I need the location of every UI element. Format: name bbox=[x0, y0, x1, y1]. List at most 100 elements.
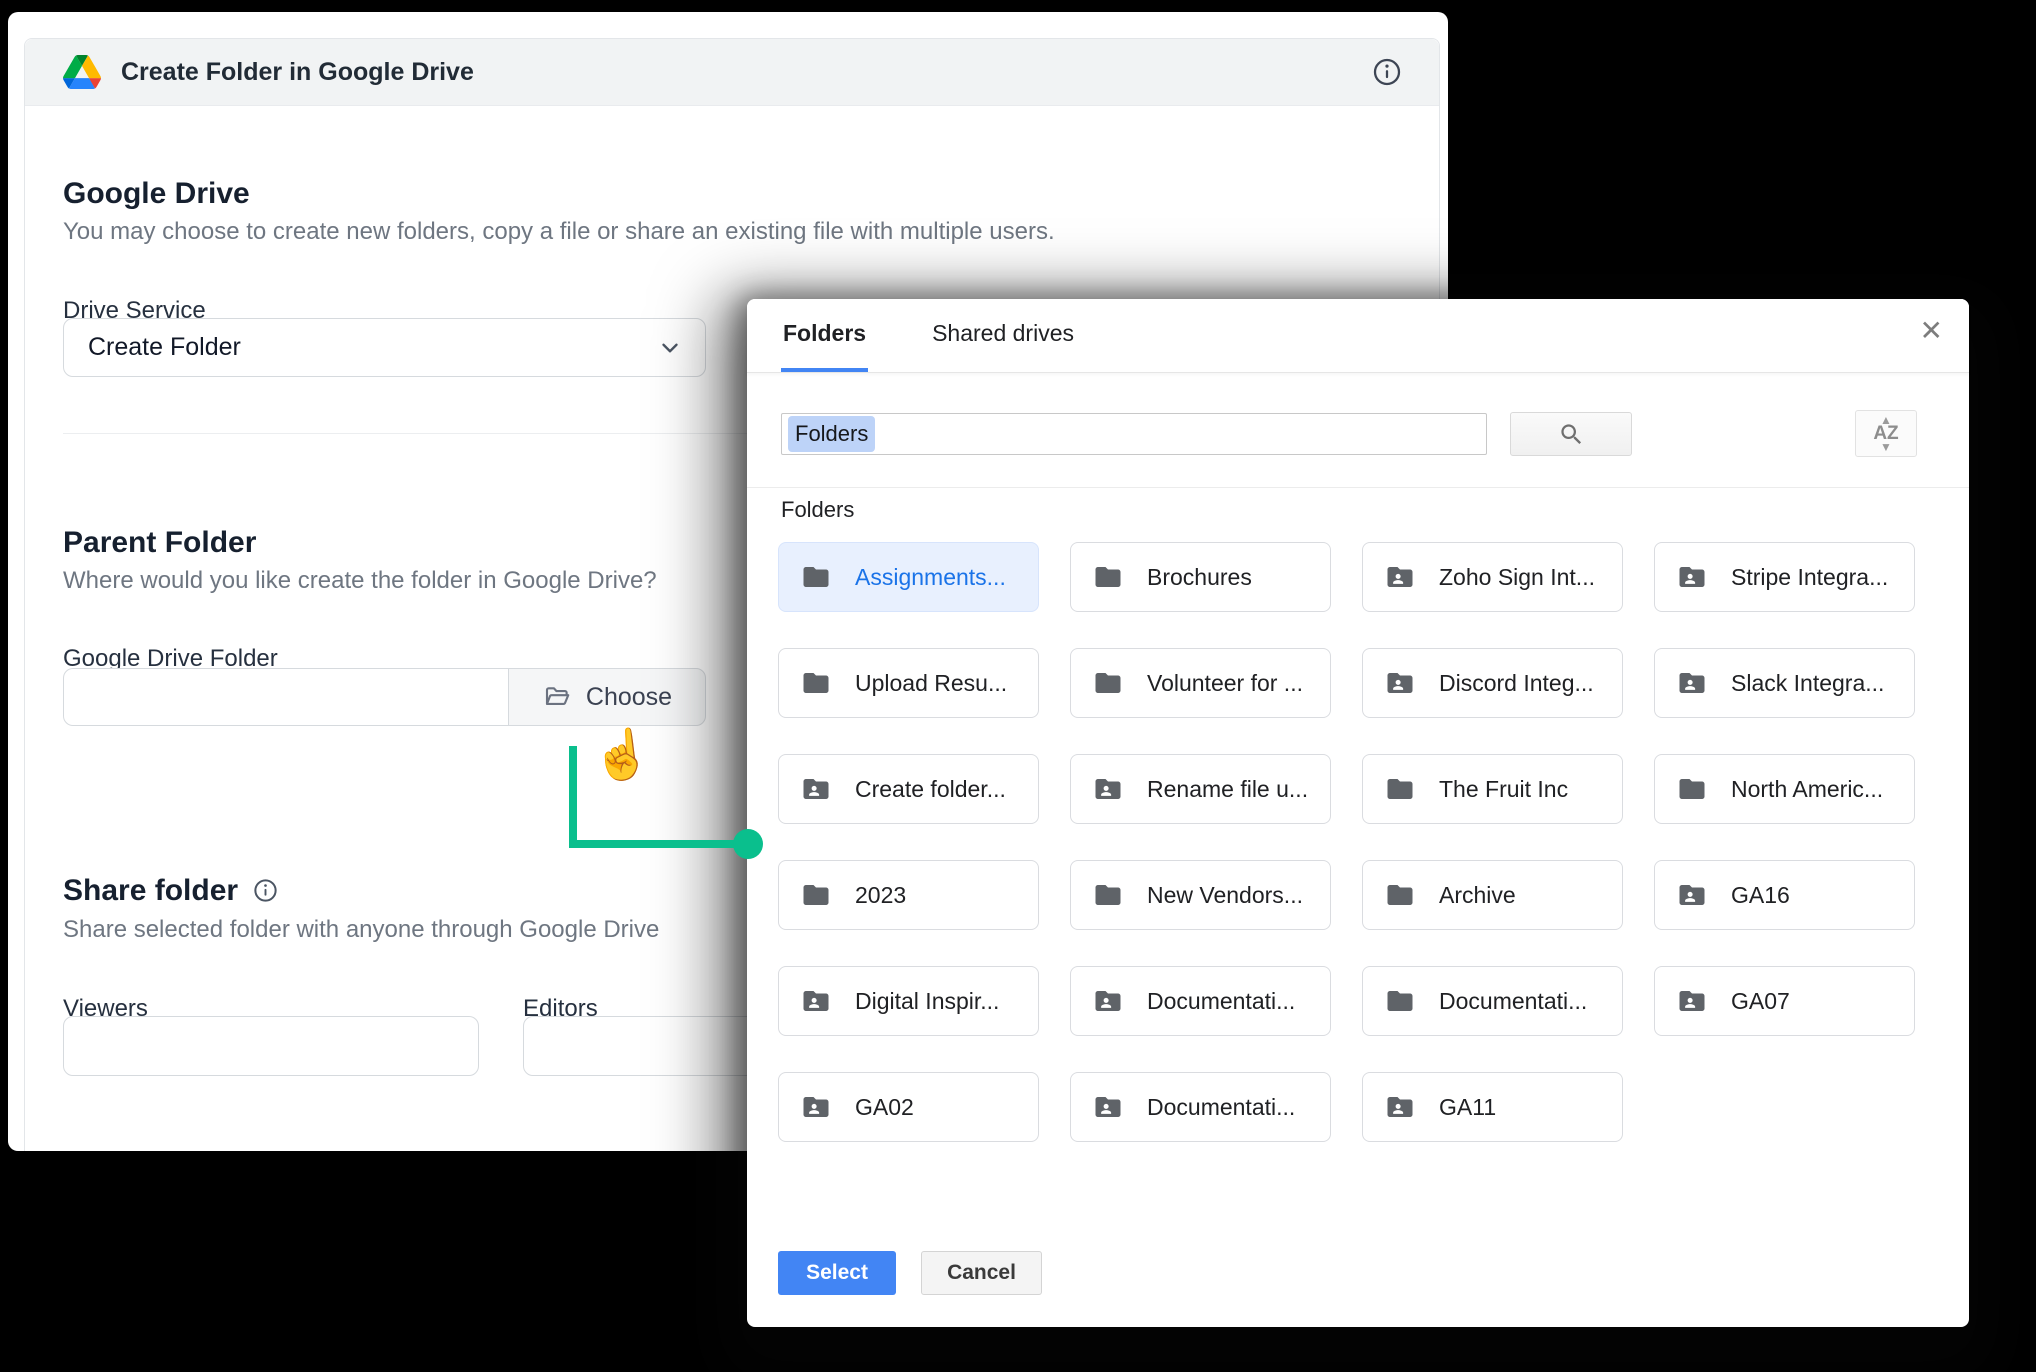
choose-button-label: Choose bbox=[586, 683, 672, 712]
google-drive-folder-input[interactable] bbox=[63, 668, 508, 726]
shared-folder-icon bbox=[1093, 1092, 1123, 1122]
shared-folder-icon bbox=[1677, 880, 1707, 910]
parent-folder-description: Where would you like create the folder i… bbox=[63, 567, 657, 596]
search-selected-text: Folders bbox=[788, 416, 875, 452]
connector-line-vertical bbox=[569, 746, 577, 848]
folder-name: GA07 bbox=[1731, 988, 1790, 1015]
open-folder-icon bbox=[542, 682, 572, 712]
select-button[interactable]: Select bbox=[778, 1251, 896, 1295]
shared-folder-icon bbox=[1677, 668, 1707, 698]
folder-tile[interactable]: Volunteer for ... bbox=[1070, 648, 1331, 718]
folder-icon bbox=[1385, 774, 1415, 804]
folder-name: GA16 bbox=[1731, 882, 1790, 909]
folder-tile[interactable]: The Fruit Inc bbox=[1362, 754, 1623, 824]
folder-name: Documentati... bbox=[1439, 988, 1587, 1015]
search-button[interactable] bbox=[1510, 412, 1632, 456]
folder-tile[interactable]: Digital Inspir... bbox=[778, 966, 1039, 1036]
folder-icon bbox=[1093, 562, 1123, 592]
choose-button[interactable]: Choose bbox=[508, 668, 706, 726]
shared-folder-icon bbox=[801, 1092, 831, 1122]
folder-tile[interactable]: Brochures bbox=[1070, 542, 1331, 612]
folder-tile[interactable]: Slack Integra... bbox=[1654, 648, 1915, 718]
close-icon[interactable]: ✕ bbox=[1920, 317, 1943, 345]
hand-cursor-icon: ☝ bbox=[589, 723, 654, 786]
folder-search-input[interactable]: Folders bbox=[781, 413, 1487, 455]
folder-tile[interactable]: North Americ... bbox=[1654, 754, 1915, 824]
folder-tile[interactable]: New Vendors... bbox=[1070, 860, 1331, 930]
shared-folder-icon bbox=[1093, 986, 1123, 1016]
folder-tile[interactable]: Zoho Sign Int... bbox=[1362, 542, 1623, 612]
folder-tile[interactable]: Stripe Integra... bbox=[1654, 542, 1915, 612]
folder-tile[interactable]: Create folder... bbox=[778, 754, 1039, 824]
shared-folder-icon bbox=[1677, 562, 1707, 592]
drive-service-value: Create Folder bbox=[88, 333, 241, 362]
folder-tile[interactable]: Assignments... bbox=[778, 542, 1039, 612]
folder-tile[interactable]: Discord Integ... bbox=[1362, 648, 1623, 718]
folder-name: Slack Integra... bbox=[1731, 670, 1884, 697]
screenshot-stage: Create Folder in Google Drive Google Dri… bbox=[0, 0, 2036, 1372]
tab-shared-drives[interactable]: Shared drives bbox=[930, 299, 1076, 372]
folder-name: North Americ... bbox=[1731, 776, 1883, 803]
folder-name: Create folder... bbox=[855, 776, 1006, 803]
folder-name: Documentati... bbox=[1147, 988, 1295, 1015]
shared-folder-icon bbox=[801, 986, 831, 1016]
shared-folder-icon bbox=[1385, 1092, 1415, 1122]
google-drive-icon bbox=[63, 55, 101, 89]
folder-name: GA11 bbox=[1439, 1094, 1496, 1121]
folder-name: Zoho Sign Int... bbox=[1439, 564, 1595, 591]
folder-name: Archive bbox=[1439, 882, 1516, 909]
folder-name: GA02 bbox=[855, 1094, 914, 1121]
picker-divider bbox=[747, 487, 1969, 488]
drive-service-select[interactable]: Create Folder bbox=[63, 318, 706, 377]
folder-tile[interactable]: GA11 bbox=[1362, 1072, 1623, 1142]
viewers-input[interactable] bbox=[63, 1016, 479, 1076]
folder-name: Volunteer for ... bbox=[1147, 670, 1303, 697]
shared-folder-icon bbox=[1385, 668, 1415, 698]
folders-section-label: Folders bbox=[781, 497, 854, 523]
section-heading-parent-folder: Parent Folder bbox=[63, 526, 256, 559]
section-heading-share-folder: Share folder bbox=[63, 874, 279, 907]
folder-name: Rename file u... bbox=[1147, 776, 1308, 803]
folder-tile[interactable]: GA02 bbox=[778, 1072, 1039, 1142]
tab-folders[interactable]: Folders bbox=[781, 299, 868, 372]
share-folder-info-icon[interactable] bbox=[252, 877, 279, 904]
folder-icon bbox=[1093, 668, 1123, 698]
panel-title: Create Folder in Google Drive bbox=[121, 58, 474, 87]
folder-tile[interactable]: Upload Resu... bbox=[778, 648, 1039, 718]
folder-name: Documentati... bbox=[1147, 1094, 1295, 1121]
sort-alphabetical-icon[interactable]: ▲ AZ ▼ bbox=[1855, 410, 1917, 457]
section-heading-google-drive: Google Drive bbox=[63, 177, 250, 210]
tab-label: Folders bbox=[783, 320, 866, 347]
info-icon[interactable] bbox=[1371, 56, 1403, 88]
folder-tile[interactable]: Rename file u... bbox=[1070, 754, 1331, 824]
folder-tile[interactable]: GA07 bbox=[1654, 966, 1915, 1036]
share-folder-description: Share selected folder with anyone throug… bbox=[63, 916, 659, 945]
folder-tile[interactable]: GA16 bbox=[1654, 860, 1915, 930]
folder-icon bbox=[1677, 774, 1707, 804]
folder-icon bbox=[801, 668, 831, 698]
connector-line-horizontal bbox=[569, 840, 749, 848]
cancel-button[interactable]: Cancel bbox=[921, 1251, 1042, 1295]
shared-folder-icon bbox=[801, 774, 831, 804]
folder-tile[interactable]: 2023 bbox=[778, 860, 1039, 930]
connector-dot bbox=[733, 829, 763, 859]
shared-folder-icon bbox=[1093, 774, 1123, 804]
share-folder-heading-text: Share folder bbox=[63, 874, 238, 907]
folder-name: Brochures bbox=[1147, 564, 1252, 591]
picker-tabbar: Folders Shared drives bbox=[747, 299, 1969, 373]
sort-arrow-down: ▼ bbox=[1880, 442, 1892, 453]
folder-name: Assignments... bbox=[855, 564, 1006, 591]
folder-tile[interactable]: Documentati... bbox=[1070, 1072, 1331, 1142]
folder-name: Stripe Integra... bbox=[1731, 564, 1888, 591]
tab-label: Shared drives bbox=[932, 320, 1074, 347]
shared-folder-icon bbox=[1677, 986, 1707, 1016]
google-drive-folder-field-group: Choose bbox=[63, 668, 706, 726]
folder-tile[interactable]: Documentati... bbox=[1070, 966, 1331, 1036]
folder-icon bbox=[801, 562, 831, 592]
folder-name: Upload Resu... bbox=[855, 670, 1007, 697]
panel-header: Create Folder in Google Drive bbox=[25, 39, 1439, 106]
folder-name: Digital Inspir... bbox=[855, 988, 999, 1015]
folder-tile[interactable]: Archive bbox=[1362, 860, 1623, 930]
folder-tile[interactable]: Documentati... bbox=[1362, 966, 1623, 1036]
folder-grid: Assignments... Brochures Zoho Sign Int..… bbox=[778, 542, 1915, 1142]
